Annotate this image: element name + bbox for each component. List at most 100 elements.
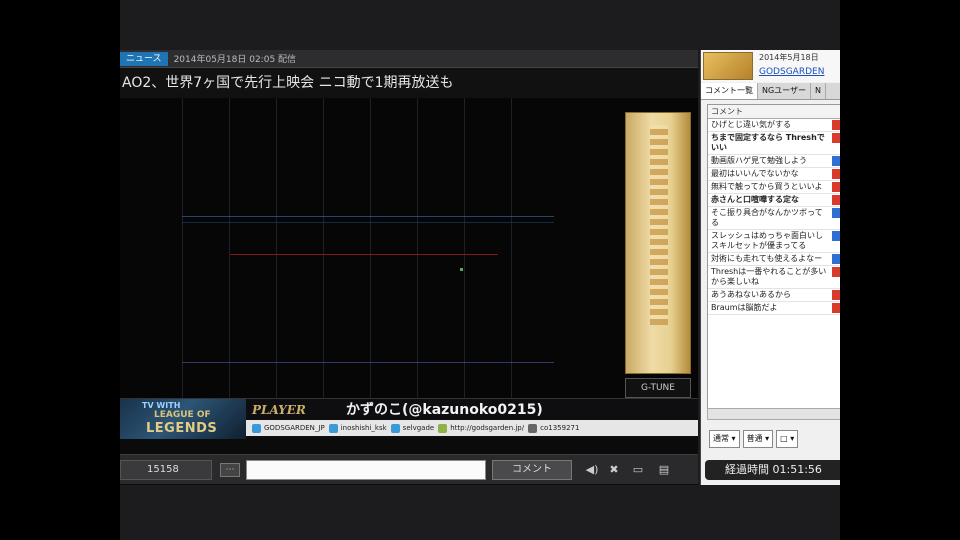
- comment-row[interactable]: 動画版ハゲ見て勉強しよう: [708, 155, 840, 168]
- comment-row[interactable]: Braumは脳筋だよ: [708, 302, 840, 315]
- tab-more[interactable]: N: [811, 83, 827, 99]
- channel-avatar[interactable]: [703, 52, 753, 80]
- comment-text: Braumは脳筋だよ: [711, 303, 778, 312]
- banner-ad[interactable]: [625, 112, 691, 374]
- player-label: PLAYER: [252, 403, 306, 417]
- link-item[interactable]: GODSGARDEN_JP: [252, 423, 325, 433]
- comment-marker: [832, 254, 840, 264]
- link-item[interactable]: co1359271: [528, 423, 580, 433]
- video-screen[interactable]: G-TUNE: [120, 98, 698, 398]
- comment-input[interactable]: [246, 460, 486, 480]
- comment-row[interactable]: 対術にも走れても使えるよなー: [708, 253, 840, 266]
- channel-header: 2014年5月18日 GODSGARDEN: [701, 50, 840, 82]
- lol-logo-line2: LEAGUE OF: [154, 410, 211, 420]
- size-select[interactable]: 普通 ▾: [742, 430, 774, 448]
- link-item[interactable]: http://godsgarden.jp/: [438, 423, 525, 433]
- command-select[interactable]: 通常 ▾: [709, 430, 740, 448]
- color-select[interactable]: □ ▾: [776, 430, 799, 448]
- volume-icon[interactable]: ◀): [584, 463, 600, 477]
- video-grid: [182, 98, 554, 398]
- comment-row[interactable]: 最初はいいんでないかな: [708, 168, 840, 181]
- comment-row[interactable]: Threshは一番やれることが多いから楽しいね: [708, 266, 840, 289]
- select-value: □: [780, 434, 788, 443]
- twitter-icon: [390, 423, 400, 433]
- channel-link[interactable]: GODSGARDEN: [759, 67, 824, 77]
- comment-rows: ひげとじ違い気がするちまで固定するなら Threshでいい動画版ハゲ見て勉強しよ…: [708, 119, 840, 315]
- comment-marker: [832, 169, 840, 179]
- link-text: http://godsgarden.jp/: [450, 424, 525, 432]
- comment-panel: 2014年5月18日 GODSGARDEN コメント一覧 NGユーザー N コメ…: [700, 50, 840, 485]
- comment-marker: [832, 290, 840, 300]
- comment-row[interactable]: 赤さんと口喧嘩する定な: [708, 194, 840, 207]
- comment-row[interactable]: ひげとじ違い気がする: [708, 119, 840, 132]
- select-value: 普通: [746, 434, 763, 443]
- comment-text: ひげとじ違い気がする: [711, 120, 791, 129]
- comment-settings: 通常 ▾ 普通 ▾ □ ▾: [701, 430, 840, 452]
- comment-button[interactable]: コメント: [492, 460, 572, 480]
- video-line: [230, 254, 498, 255]
- comment-text: ちまで固定するなら Threshでいい: [711, 133, 825, 152]
- comment-marker: [832, 267, 840, 277]
- mute-icon[interactable]: ✖: [606, 463, 622, 477]
- command-icon[interactable]: ⋯: [220, 463, 240, 477]
- news-bar: ニュース 2014年05月18日 02:05 配信: [120, 50, 698, 68]
- twitter-icon: [328, 423, 338, 433]
- comment-list-header[interactable]: コメント: [708, 105, 840, 119]
- tab-comment-list[interactable]: コメント一覧: [701, 83, 758, 99]
- video-line: [182, 222, 554, 223]
- comment-row[interactable]: あうあねないあるから: [708, 289, 840, 302]
- community-icon: [528, 423, 538, 433]
- video-player: ニュース 2014年05月18日 02:05 配信 AO2、世界7ヶ国で先行上映…: [120, 50, 698, 485]
- news-headline[interactable]: AO2、世界7ヶ国で先行上映会 ニコ動で1期再放送も: [120, 68, 698, 98]
- link-text: selvgade: [402, 424, 435, 432]
- comment-text: 無料で触ってから買うといいよ: [711, 182, 823, 191]
- comment-row[interactable]: ちまで固定するなら Threshでいい: [708, 132, 840, 155]
- comment-text: Threshは一番やれることが多いから楽しいね: [711, 267, 827, 286]
- link-item[interactable]: selvgade: [390, 423, 435, 433]
- web-icon: [438, 423, 448, 433]
- comment-marker: [832, 195, 840, 205]
- screen-icon[interactable]: ▭: [630, 463, 646, 477]
- elapsed-time: 経過時間 01:51:56: [705, 460, 840, 480]
- horizontal-scrollbar[interactable]: [707, 408, 840, 420]
- twitter-icon: [252, 423, 261, 433]
- comment-marker: [832, 156, 840, 166]
- broadcast-date: 2014年5月18日: [759, 53, 819, 62]
- link-text: GODSGARDEN_JP: [264, 424, 325, 432]
- video-dot: [460, 268, 463, 271]
- link-text: inoshishi_ksk: [340, 424, 387, 432]
- comment-text: 動画版ハゲ見て勉強しよう: [711, 156, 807, 165]
- news-tag: ニュース: [120, 51, 168, 66]
- banner-ad-art: [650, 125, 668, 325]
- comment-marker: [832, 133, 840, 143]
- gtune-logo[interactable]: G-TUNE: [625, 378, 691, 398]
- comment-marker: [832, 182, 840, 192]
- link-item[interactable]: inoshishi_ksk: [328, 423, 387, 433]
- news-date: 2014年05月18日 02:05 配信: [173, 55, 297, 65]
- video-line: [182, 216, 554, 217]
- tab-ng-users[interactable]: NGユーザー: [758, 83, 812, 99]
- comment-text: 赤さんと口喧嘩する定な: [711, 195, 799, 204]
- app-frame: ニュース 2014年05月18日 02:05 配信 AO2、世界7ヶ国で先行上映…: [120, 0, 840, 540]
- comment-marker: [832, 120, 840, 130]
- select-value: 通常: [713, 434, 729, 443]
- lol-logo-line1: TV WITH: [142, 401, 181, 410]
- player-name: かずのこ(@kazunoko0215): [346, 402, 543, 418]
- comment-row[interactable]: そこ振り具合がなんかツボってる: [708, 207, 840, 230]
- comment-marker: [832, 231, 840, 241]
- lol-logo[interactable]: TV WITH LEAGUE OF LEGENDS: [120, 399, 246, 439]
- comment-list[interactable]: コメント ひげとじ違い気がするちまで固定するなら Threshでいい動画版ハゲ見…: [707, 104, 840, 420]
- lol-logo-line3: LEGENDS: [146, 421, 218, 436]
- link-text: co1359271: [540, 424, 580, 432]
- comment-text: スレッシュはめっちゃ面白いしスキルセットが優まってる: [711, 231, 823, 250]
- comment-row[interactable]: 無料で触ってから買うといいよ: [708, 181, 840, 194]
- panel-tabs: コメント一覧 NGユーザー N: [701, 83, 840, 100]
- links-strip: GODSGARDEN_JP inoshishi_ksk selvgade htt…: [246, 420, 698, 436]
- comment-text: あうあねないあるから: [711, 290, 791, 299]
- player-controls: 15158 ⋯ コメント ◀) ✖ ▭ ▤: [120, 454, 698, 484]
- comment-text: 対術にも走れても使えるよなー: [711, 254, 823, 263]
- comment-text: 最初はいいんでないかな: [711, 169, 799, 178]
- comment-marker: [832, 208, 840, 218]
- comment-row[interactable]: スレッシュはめっちゃ面白いしスキルセットが優まってる: [708, 230, 840, 253]
- list-icon[interactable]: ▤: [656, 463, 672, 477]
